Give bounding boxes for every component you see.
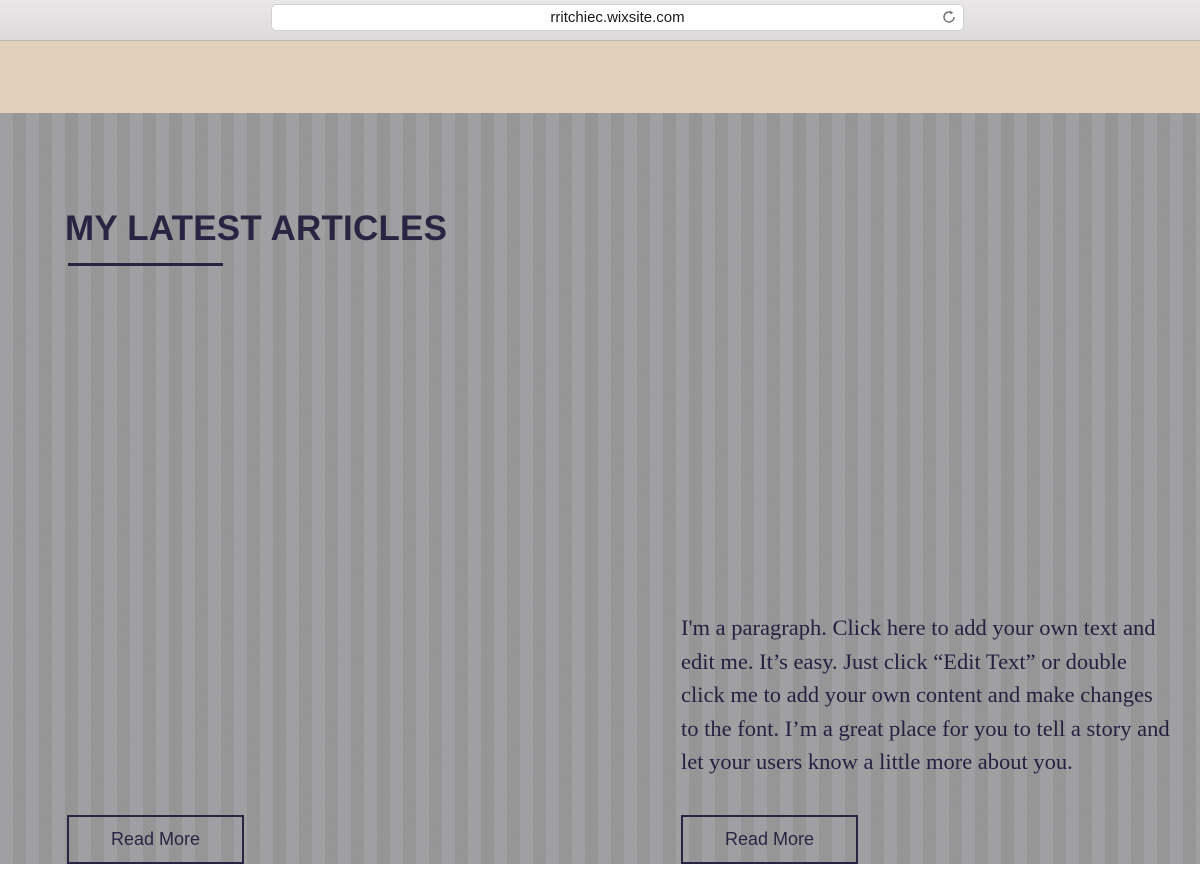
article-paragraph[interactable]: I'm a paragraph. Click here to add your … xyxy=(681,611,1171,779)
reload-icon[interactable] xyxy=(941,9,957,25)
read-more-button[interactable]: Read More xyxy=(681,815,858,864)
title-underline xyxy=(68,263,223,266)
site-header-band xyxy=(0,41,1200,113)
page-bottom-edge xyxy=(0,864,1200,870)
section-title: MY LATEST ARTICLES xyxy=(65,209,448,248)
url-text: rritchiec.wixsite.com xyxy=(550,9,685,26)
browser-toolbar: rritchiec.wixsite.com xyxy=(0,0,1200,41)
read-more-button[interactable]: Read More xyxy=(67,815,244,864)
address-bar[interactable]: rritchiec.wixsite.com xyxy=(271,4,964,31)
